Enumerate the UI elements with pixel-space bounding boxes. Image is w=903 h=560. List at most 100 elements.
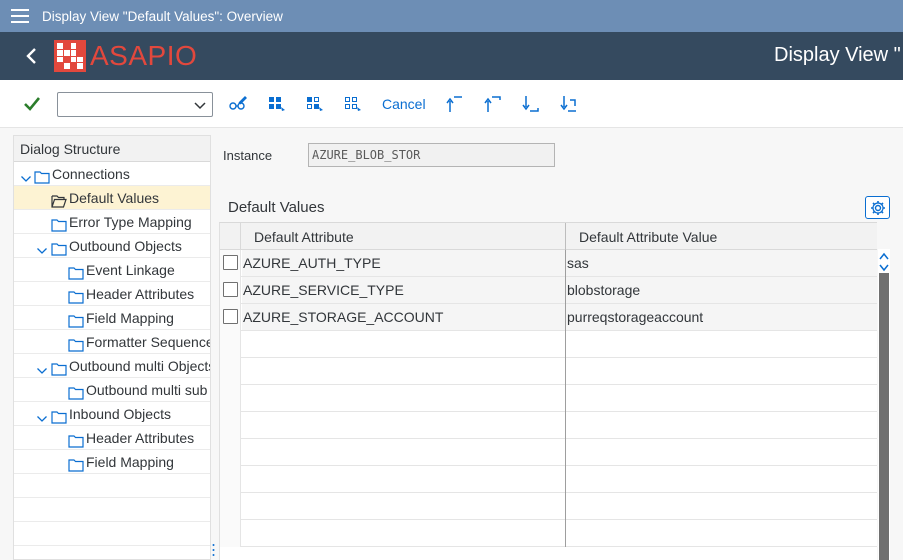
tree-item[interactable]: Event Linkage [14, 258, 210, 282]
row-selector[interactable] [220, 358, 241, 385]
folder-icon [68, 431, 84, 448]
folder-icon [51, 407, 67, 424]
next-page-icon[interactable] [521, 94, 541, 114]
cell-value[interactable]: blobstorage [566, 277, 877, 303]
table-row[interactable]: AZURE_AUTH_TYPE sas [220, 250, 877, 277]
folder-icon [68, 287, 84, 304]
tree-item[interactable]: Formatter Sequence [14, 330, 210, 354]
scroll-down-icon[interactable] [878, 260, 890, 272]
panel-splitter[interactable] [212, 542, 215, 558]
tree-empty-row [14, 522, 210, 546]
tree-item[interactable]: Header Attributes [14, 426, 210, 450]
tree-item[interactable]: Field Mapping [14, 306, 210, 330]
scroll-up-icon[interactable] [878, 249, 890, 260]
column-header-value[interactable]: Default Attribute Value [579, 229, 717, 245]
row-selector[interactable] [220, 466, 241, 493]
cell-attribute[interactable]: AZURE_AUTH_TYPE [242, 250, 565, 276]
select-block-icon[interactable] [305, 94, 325, 114]
folder-icon [68, 335, 84, 352]
expand-arrow-icon[interactable] [36, 240, 48, 254]
scroll-thumb[interactable] [879, 273, 889, 560]
tree-item[interactable]: Connections [14, 162, 210, 186]
cancel-button[interactable]: Cancel [382, 96, 426, 112]
first-page-icon[interactable] [445, 94, 465, 114]
column-header-attribute[interactable]: Default Attribute [254, 229, 354, 245]
chevron-down-icon[interactable] [192, 97, 208, 113]
check-icon[interactable] [22, 94, 42, 114]
tree-item[interactable]: Outbound multi sub O [14, 378, 210, 402]
dialog-tree: Connections Default Values Error Type Mapp… [14, 162, 210, 559]
row-selector[interactable] [220, 520, 241, 547]
table-empty-row [220, 439, 877, 466]
deselect-all-icon[interactable] [343, 94, 363, 114]
tree-item[interactable]: Outbound Objects [14, 234, 210, 258]
tree-item[interactable]: Field Mapping [14, 450, 210, 474]
row-selector[interactable] [220, 385, 241, 412]
logo: ASAPIO [54, 40, 197, 72]
tree-item-label: Field Mapping [86, 310, 174, 326]
cell-attribute[interactable]: AZURE_SERVICE_TYPE [242, 277, 565, 303]
tree-item-label: Error Type Mapping [69, 214, 192, 230]
vertical-scrollbar[interactable] [878, 249, 890, 560]
row-selector[interactable] [220, 250, 241, 277]
tree-item[interactable]: Outbound multi Objects [14, 354, 210, 378]
cell-value[interactable]: purreqstorageaccount [566, 304, 877, 330]
table-empty-row [220, 331, 877, 358]
cell-empty [566, 439, 877, 465]
tree-item-label: Header Attributes [86, 430, 195, 446]
folder-icon [68, 383, 84, 400]
table-row[interactable]: AZURE_SERVICE_TYPE blobstorage [220, 277, 877, 304]
tree-item[interactable]: Error Type Mapping [14, 210, 210, 234]
expand-arrow-icon[interactable] [20, 168, 32, 182]
folder-icon [51, 239, 67, 256]
cell-empty [242, 493, 565, 519]
window-title: Display View "Default Values": Overview [42, 8, 283, 24]
folder-icon [68, 455, 84, 472]
cell-value[interactable]: sas [566, 250, 877, 276]
select-all-icon[interactable] [267, 94, 287, 114]
back-icon[interactable] [20, 44, 44, 68]
cell-empty [566, 493, 877, 519]
table-empty-row [220, 520, 877, 547]
shell-title: Display View " [774, 44, 901, 66]
previous-page-icon[interactable] [483, 94, 503, 114]
tree-item[interactable]: Header Attributes [14, 282, 210, 306]
cell-empty [566, 331, 877, 357]
row-checkbox[interactable] [223, 255, 238, 270]
row-checkbox[interactable] [223, 309, 238, 324]
row-selector[interactable] [220, 331, 241, 358]
tree-item[interactable]: Default Values [14, 186, 210, 210]
row-checkbox[interactable] [223, 282, 238, 297]
table-empty-row [220, 412, 877, 439]
shell-header: ASAPIO Display View " [0, 32, 903, 80]
expand-arrow-icon[interactable] [36, 360, 48, 374]
select-column-header[interactable] [220, 223, 241, 250]
expand-arrow-icon[interactable] [36, 408, 48, 422]
cell-empty [242, 385, 565, 411]
table-settings-button[interactable] [865, 196, 890, 219]
cell-empty [242, 358, 565, 384]
tree-empty-row [14, 546, 210, 559]
row-selector[interactable] [220, 412, 241, 439]
row-selector[interactable] [220, 493, 241, 520]
row-selector[interactable] [220, 304, 241, 331]
tree-item-label: Event Linkage [86, 262, 175, 278]
logo-text: ASAPIO [90, 40, 198, 71]
tree-item[interactable]: Inbound Objects [14, 402, 210, 426]
folder-icon [51, 215, 67, 232]
command-field[interactable] [57, 92, 213, 117]
cell-empty [566, 412, 877, 438]
edit-glasses-icon[interactable] [228, 94, 248, 114]
tree-item-label: Header Attributes [86, 286, 195, 302]
cell-empty [242, 331, 565, 357]
row-selector[interactable] [220, 277, 241, 304]
instance-field: AZURE_BLOB_STOR [308, 143, 555, 167]
row-selector[interactable] [220, 439, 241, 466]
instance-label: Instance [223, 148, 273, 163]
menu-icon[interactable] [0, 0, 40, 32]
table-row[interactable]: AZURE_STORAGE_ACCOUNT purreqstorageaccoun… [220, 304, 877, 331]
cell-empty [566, 358, 877, 384]
cell-empty [566, 466, 877, 492]
cell-attribute[interactable]: AZURE_STORAGE_ACCOUNT [242, 304, 565, 330]
last-page-icon[interactable] [559, 94, 579, 114]
